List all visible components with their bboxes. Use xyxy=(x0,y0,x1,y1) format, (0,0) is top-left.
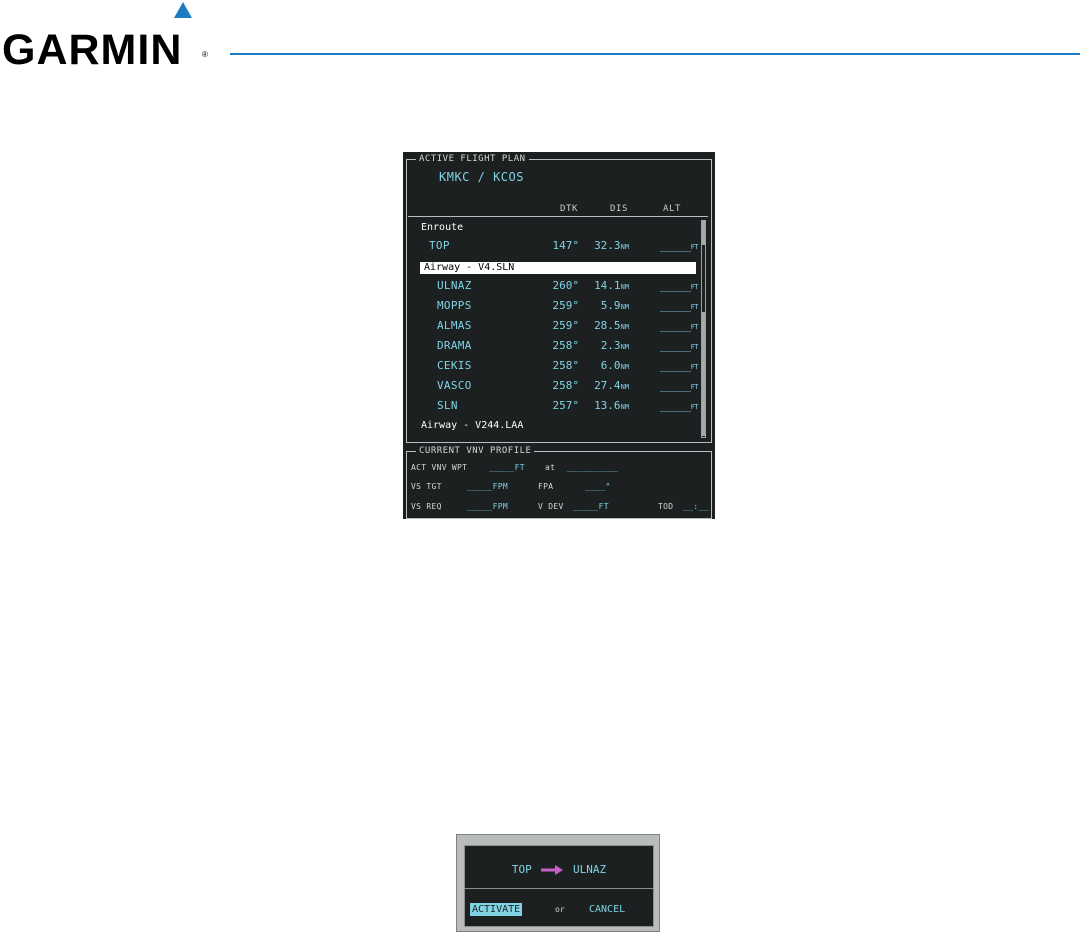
waypoint-dis: 27.4NM xyxy=(594,379,629,392)
waypoint-alt[interactable]: _____FT xyxy=(660,237,699,256)
leg-display: TOP ULNAZ xyxy=(465,863,653,876)
flight-plan-title: ACTIVE FLIGHT PLAN xyxy=(416,154,529,164)
waypoint-id: ALMAS xyxy=(437,319,472,332)
fpa-label: FPA xyxy=(538,482,554,491)
waypoint-id: MOPPS xyxy=(437,299,472,312)
dialog-panel: TOP ULNAZ ACTIVATE or CANCEL xyxy=(464,845,654,927)
waypoint-alt[interactable]: _____FT xyxy=(660,397,699,416)
waypoint-id: VASCO xyxy=(437,379,472,392)
scrollbar-thumb[interactable] xyxy=(702,312,705,436)
act-vnv-wpt-name: __________ xyxy=(567,463,619,472)
waypoint-id: SLN xyxy=(437,399,458,412)
waypoint-dis: 5.9NM xyxy=(600,299,629,312)
route-label: KMKC / KCOS xyxy=(439,170,524,184)
waypoint-id: ULNAZ xyxy=(437,279,472,292)
waypoint-dis: 6.0NM xyxy=(600,359,629,372)
waypoint-dtk: 258° xyxy=(552,379,580,392)
act-vnv-wpt-label: ACT VNV WPT xyxy=(411,463,468,472)
vs-tgt-value: _____FPM xyxy=(467,482,508,491)
at-label: at xyxy=(545,463,556,472)
leg-from: TOP xyxy=(511,863,532,876)
waypoint-alt[interactable]: _____FT xyxy=(660,377,699,396)
vs-req-label: VS REQ xyxy=(411,502,442,511)
enroute-header: Enroute xyxy=(421,222,464,233)
fpl-row-top[interactable]: TOP 147° 32.3NM _____FT xyxy=(403,237,703,255)
or-label: or xyxy=(555,905,565,914)
fpl-row[interactable]: VASCO 258° 27.4NM _____FT xyxy=(403,377,703,395)
registered-mark: ® xyxy=(202,50,208,59)
leg-to: ULNAZ xyxy=(573,863,607,876)
waypoint-dis: 13.6NM xyxy=(594,399,629,412)
v-dev-value: _____FT xyxy=(573,502,609,511)
tod-label: TOD xyxy=(658,502,674,511)
col-header-dis: DIS xyxy=(610,204,629,214)
waypoint-alt[interactable]: _____FT xyxy=(660,297,699,316)
right-arrow-icon xyxy=(541,865,564,875)
waypoint-alt[interactable]: _____FT xyxy=(660,317,699,336)
vs-req-value: _____FPM xyxy=(467,502,508,511)
garmin-delta-icon xyxy=(174,2,192,18)
waypoint-dtk: 259° xyxy=(552,299,580,312)
dialog-divider xyxy=(465,888,653,889)
fpl-row[interactable]: DRAMA 258° 2.3NM _____FT xyxy=(403,337,703,355)
col-header-dtk: DTK xyxy=(560,204,579,214)
airway-selected-header[interactable]: Airway - V4.SLN xyxy=(420,262,696,274)
waypoint-alt[interactable]: _____FT xyxy=(660,357,699,376)
waypoint-dis: 28.5NM xyxy=(594,319,629,332)
cancel-button[interactable]: CANCEL xyxy=(589,903,625,916)
waypoint-dis: 14.1NM xyxy=(594,279,629,292)
vs-tgt-label: VS TGT xyxy=(411,482,442,491)
waypoint-dis: 32.3NM xyxy=(594,239,629,252)
waypoint-dtk: 259° xyxy=(552,319,580,332)
waypoint-alt[interactable]: _____FT xyxy=(660,337,699,356)
v-dev-label: V DEV xyxy=(538,502,564,511)
active-flight-plan-screen: ACTIVE FLIGHT PLAN KMKC / KCOS DTK DIS A… xyxy=(403,152,715,519)
activate-button[interactable]: ACTIVATE xyxy=(470,903,523,916)
waypoint-alt[interactable]: _____FT xyxy=(660,277,699,296)
tod-value: __:__ xyxy=(683,502,709,511)
act-vnv-wpt-alt: _____FT xyxy=(489,463,525,472)
waypoint-id: DRAMA xyxy=(437,339,472,352)
fpl-row[interactable]: SLN 257° 13.6NM _____FT xyxy=(403,397,703,415)
header-rule xyxy=(230,53,1080,55)
airway-next-header[interactable]: Airway - V244.LAA xyxy=(421,420,523,431)
waypoint-dtk: 258° xyxy=(552,339,580,352)
scrollbar-thumb-top[interactable] xyxy=(702,221,705,245)
waypoint-dtk: 257° xyxy=(552,399,580,412)
fpl-row[interactable]: ALMAS 259° 28.5NM _____FT xyxy=(403,317,703,335)
waypoint-dtk: 260° xyxy=(552,279,580,292)
waypoint-id: TOP xyxy=(429,239,450,252)
waypoint-dtk: 147° xyxy=(552,239,580,252)
activate-leg-dialog: TOP ULNAZ ACTIVATE or CANCEL xyxy=(456,834,660,932)
header-separator xyxy=(408,216,708,217)
waypoint-id: CEKIS xyxy=(437,359,472,372)
garmin-logo-text: GARMIN xyxy=(2,26,183,74)
waypoint-dis: 2.3NM xyxy=(600,339,629,352)
col-header-alt: ALT xyxy=(663,204,682,214)
fpl-row[interactable]: CEKIS 258° 6.0NM _____FT xyxy=(403,357,703,375)
waypoint-dtk: 258° xyxy=(552,359,580,372)
fpa-value: ____° xyxy=(585,482,611,491)
vnv-profile-title: CURRENT VNV PROFILE xyxy=(416,446,535,456)
fpl-row[interactable]: MOPPS 259° 5.9NM _____FT xyxy=(403,297,703,315)
fpl-row[interactable]: ULNAZ 260° 14.1NM _____FT xyxy=(403,277,703,295)
